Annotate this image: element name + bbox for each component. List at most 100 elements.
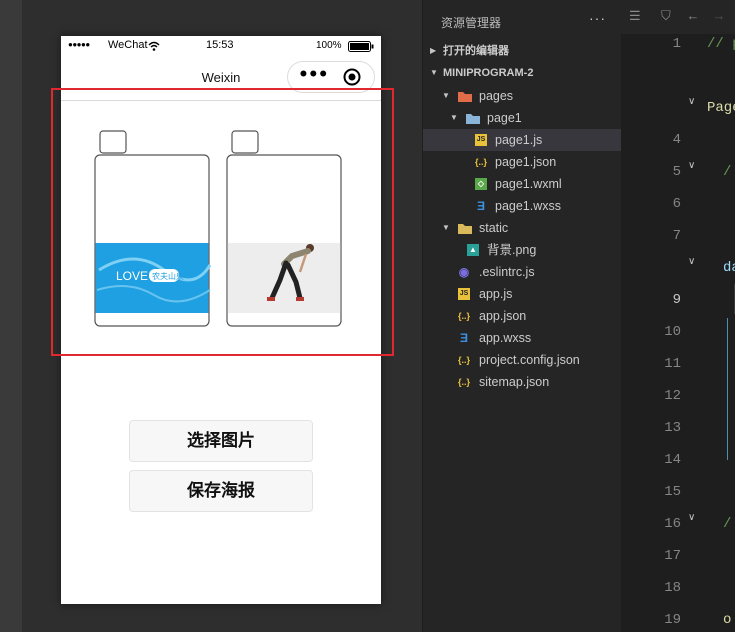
line-number: 17: [664, 548, 681, 564]
line-number: 12: [664, 388, 681, 404]
wxml-file-icon: ◇: [475, 178, 487, 190]
wxss-file-icon: Ǝ: [476, 199, 485, 213]
js-file-icon: JS: [458, 288, 470, 300]
line-number: 5: [672, 164, 681, 180]
tree-item-label: page1.json: [495, 155, 557, 169]
chevron-down-icon: ▼: [442, 91, 450, 100]
line-number: 7: [672, 228, 681, 244]
save-poster-button[interactable]: 保存海报: [129, 470, 313, 512]
open-editors-section[interactable]: ▶ 打开的编辑器: [423, 40, 622, 62]
tree-item-background-png[interactable]: ▲ 背景.png: [423, 239, 622, 261]
battery-percent: 100%: [316, 40, 342, 51]
tree-item-app-json[interactable]: {..} app.json: [423, 305, 622, 327]
chevron-right-icon: ▶: [430, 46, 437, 55]
close-miniprogram-icon[interactable]: [343, 68, 361, 86]
simulator-panel: ●●●●● WeChat 15:53 100% Weixin ••• LOVE …: [0, 0, 422, 632]
code-comment: /: [723, 516, 732, 532]
image-file-icon: ▲: [467, 244, 479, 256]
tree-item-label: project.config.json: [479, 353, 580, 367]
tree-item-sitemap[interactable]: {..} sitemap.json: [423, 371, 622, 393]
json-file-icon: {..}: [457, 311, 470, 321]
chevron-down-icon: ▼: [430, 68, 438, 77]
line-number: 11: [664, 356, 681, 372]
code-comment: /: [723, 164, 732, 180]
fold-chevron-icon[interactable]: ∨: [688, 512, 695, 524]
tree-item-label: .eslintrc.js: [479, 265, 535, 279]
chevron-down-icon: ▼: [442, 223, 450, 232]
tree-item-project-config[interactable]: {..} project.config.json: [423, 349, 622, 371]
json-file-icon: {..}: [457, 377, 470, 387]
tree-item-app-js[interactable]: JS app.js: [423, 283, 622, 305]
signal-icon: ●●●●●: [68, 40, 90, 49]
code-page-call: Page: [707, 100, 735, 116]
line-number: 6: [672, 196, 681, 212]
fold-chevron-icon[interactable]: ∨: [688, 96, 695, 108]
line-number: 13: [664, 420, 681, 436]
eslint-file-icon: ◉: [458, 265, 470, 279]
explorer-title: 资源管理器: [441, 16, 502, 30]
tree-item-label: app.wxss: [479, 331, 532, 345]
open-editors-label: 打开的编辑器: [443, 45, 509, 57]
editor-toolbar: ☰ ⛉ ← →: [621, 0, 735, 34]
tree-item-page1-folder[interactable]: ▼ page1: [423, 107, 622, 129]
line-number: 16: [664, 516, 681, 532]
code-comment: // p: [707, 36, 735, 52]
line-number: 14: [664, 452, 681, 468]
tree-item-label: page1.wxml: [495, 177, 562, 191]
tree-item-label: page1: [487, 111, 522, 125]
tree-item-app-wxss[interactable]: Ǝ app.wxss: [423, 327, 622, 349]
tree-item-label: app.js: [479, 287, 513, 301]
chevron-down-icon: ▼: [450, 113, 458, 122]
line-number: 4: [672, 132, 681, 148]
tree-item-label: static: [479, 221, 509, 235]
code-data-key: da: [723, 260, 735, 276]
tree-item-page1-wxml[interactable]: ◇ page1.wxml: [423, 173, 622, 195]
wifi-icon: [148, 41, 160, 51]
tree-item-static[interactable]: ▼ static: [423, 217, 622, 239]
fold-chevron-icon[interactable]: ∨: [688, 256, 695, 268]
project-label: MINIPROGRAM-2: [443, 67, 534, 79]
carrier-label: WeChat: [108, 39, 148, 51]
tree-item-page1-js[interactable]: JS page1.js: [423, 129, 622, 151]
folder-pages-icon: [458, 92, 472, 102]
line-number: 18: [664, 580, 681, 596]
folder-open-icon: [466, 114, 480, 124]
highlight-box: [51, 88, 394, 356]
project-section[interactable]: ▼ MINIPROGRAM-2: [423, 62, 622, 84]
json-file-icon: {..}: [474, 157, 487, 167]
code-editor[interactable]: ☰ ⛉ ← → 1 4 5 6 7 9 10 11 12 13 14 15 16…: [621, 0, 735, 632]
battery-icon: [348, 41, 374, 52]
list-icon[interactable]: ☰: [629, 9, 641, 24]
line-number: 1: [672, 36, 681, 52]
line-number-current: 9: [672, 292, 681, 308]
forward-arrow-icon[interactable]: →: [715, 9, 723, 24]
line-number: 10: [664, 324, 681, 340]
tree-item-label: 背景.png: [487, 243, 537, 257]
bookmark-icon[interactable]: ⛉: [661, 9, 671, 24]
js-file-icon: JS: [475, 134, 487, 146]
folder-static-icon: [458, 224, 472, 234]
back-arrow-icon[interactable]: ←: [689, 9, 697, 24]
tree-item-label: app.json: [479, 309, 527, 323]
code-method: o: [723, 612, 732, 628]
more-dots-icon[interactable]: •••: [298, 65, 329, 85]
more-actions-icon[interactable]: ···: [589, 10, 606, 26]
tree-item-label: sitemap.json: [479, 375, 550, 389]
tree-item-pages[interactable]: ▼ pages: [423, 85, 622, 107]
line-number: 15: [664, 484, 681, 500]
json-file-icon: {..}: [457, 355, 470, 365]
tree-item-label: page1.js: [495, 133, 543, 147]
tree-item-label: pages: [479, 89, 514, 103]
fold-chevron-icon[interactable]: ∨: [688, 160, 695, 172]
line-number: 19: [664, 612, 681, 628]
wxss-file-icon: Ǝ: [459, 331, 468, 345]
simulator-toolbar-strip: [0, 0, 22, 632]
indent-guide: [727, 318, 728, 460]
tree-item-page1-wxss[interactable]: Ǝ page1.wxss: [423, 195, 622, 217]
tree-item-page1-json[interactable]: {..} page1.json: [423, 151, 622, 173]
status-time: 15:53: [206, 39, 234, 51]
tree-item-eslintrc[interactable]: ◉ .eslintrc.js: [423, 261, 622, 283]
choose-image-button[interactable]: 选择图片: [129, 420, 313, 462]
tree-item-label: page1.wxss: [495, 199, 562, 213]
status-bar: ●●●●● WeChat 15:53 100%: [61, 36, 381, 56]
